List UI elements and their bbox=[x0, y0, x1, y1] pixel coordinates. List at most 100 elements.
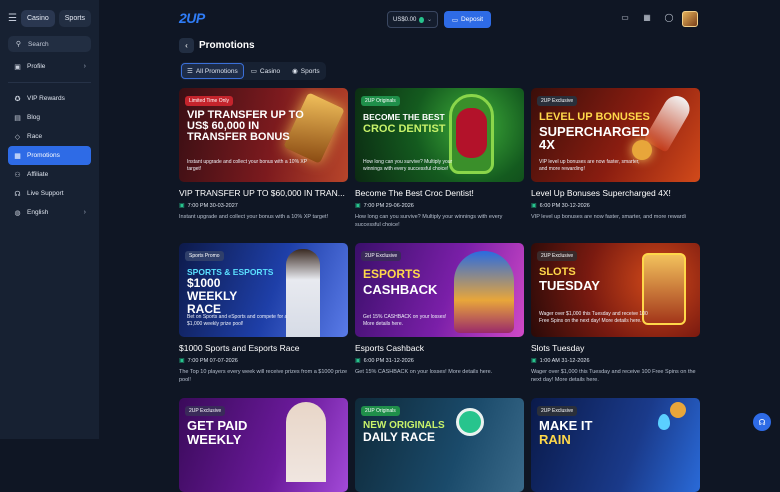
sidebar-item-blog[interactable]: ▤ Blog bbox=[8, 108, 91, 127]
tab-all-promotions[interactable]: ☰ All Promotions bbox=[181, 63, 244, 79]
date-text: 7:00 PM 30-03-2027 bbox=[187, 202, 238, 209]
coin-icon bbox=[419, 16, 424, 23]
sidebar-item-language[interactable]: ◍ English › bbox=[8, 203, 91, 222]
wallet-selector[interactable]: US$0.00 ⌄ bbox=[387, 11, 438, 28]
sidebar-item-vip-rewards[interactable]: ✪ VIP Rewards bbox=[8, 89, 91, 108]
promo-badge: Limited Time Only bbox=[185, 96, 234, 106]
banner-headline: ESPORTS bbox=[363, 267, 421, 281]
sidebar-item-label: Promotions bbox=[27, 152, 60, 159]
promo-badge: 2UP Exclusive bbox=[537, 406, 578, 416]
promo-badge: 2UP Exclusive bbox=[361, 251, 402, 261]
tab-sports[interactable]: ◉ Sports bbox=[287, 63, 324, 79]
promo-card[interactable]: Limited Time Only VIP TRANSFER UP TO US$… bbox=[179, 88, 348, 221]
chevron-right-icon: › bbox=[83, 63, 86, 70]
badge-label: 2UP Exclusive bbox=[365, 253, 398, 259]
back-button[interactable]: ‹ bbox=[179, 38, 194, 53]
sidebar-item-promotions[interactable]: ▦ Promotions bbox=[8, 146, 91, 165]
menu-icon[interactable]: ☰ bbox=[8, 10, 17, 26]
chevron-left-icon: ‹ bbox=[185, 41, 188, 50]
logo[interactable]: 2UP bbox=[179, 10, 205, 26]
calendar-icon: ▣ bbox=[531, 358, 537, 364]
promo-card[interactable]: Sports Promo SPORTS & ESPORTS $1000 WEEK… bbox=[179, 243, 348, 384]
ticket-icon[interactable]: ▭ bbox=[620, 12, 630, 22]
tab-label: Casino bbox=[259, 67, 281, 75]
blog-icon: ▤ bbox=[14, 114, 21, 122]
page-title: Promotions bbox=[199, 40, 255, 51]
promo-description: VIP level up bonuses are now faster, sma… bbox=[531, 214, 686, 220]
promo-card[interactable]: 2UP Exclusive ESPORTS CASHBACK Get 15% C… bbox=[355, 243, 524, 376]
sidebar-item-label: Race bbox=[27, 133, 43, 140]
date-text: 6:00 PM 31-12-2026 bbox=[363, 357, 414, 364]
promo-card[interactable]: 2UP Exclusive GET PAID WEEKLY bbox=[179, 398, 348, 492]
date-text: 1:00 AM 31-12-2026 bbox=[539, 357, 590, 364]
chevron-down-icon: ⌄ bbox=[426, 17, 432, 23]
banner-text: How long can you survive? Multiply your … bbox=[363, 159, 453, 172]
promo-date: ▣ 7:00 PM 30-03-2027 bbox=[179, 202, 348, 210]
wallet-icon: ▭ bbox=[451, 16, 459, 24]
sidebar-item-live-support[interactable]: ☊ Live Support bbox=[8, 184, 91, 203]
banner-headline-2: CASHBACK bbox=[363, 282, 438, 297]
sidebar-item-label: Affiliate bbox=[27, 171, 49, 178]
promo-title: VIP TRANSFER UP TO $60,000 IN TRAN... bbox=[179, 188, 345, 198]
sidebar-item-race[interactable]: ◇ Race bbox=[8, 127, 91, 146]
promo-card[interactable]: 2UP Exclusive SLOTS TUESDAY Wager over $… bbox=[531, 243, 700, 384]
sidebar-item-label: Live Support bbox=[27, 190, 64, 197]
deposit-label: Deposit bbox=[461, 16, 484, 23]
sidebar-item-affiliate[interactable]: ⚇ Affiliate bbox=[8, 165, 91, 184]
calendar-icon: ▣ bbox=[355, 358, 361, 364]
sidebar-item-label: Blog bbox=[27, 114, 41, 121]
globe-icon: ◍ bbox=[14, 209, 21, 217]
header-icons: ▭ ▦ ◯ bbox=[620, 12, 674, 22]
sidebar: ☰ Casino Sports ⚲ Search ▣ Profile › ✪ V… bbox=[0, 0, 99, 439]
wallet-amount: US$0.00 bbox=[393, 16, 417, 23]
sidebar-item-profile[interactable]: ▣ Profile › bbox=[8, 57, 91, 76]
star-icon: ✪ bbox=[14, 95, 21, 103]
promo-card[interactable]: 2UP Exclusive MAKE IT RAIN bbox=[531, 398, 700, 492]
promo-description: Get 15% CASHBACK on your losses! More de… bbox=[355, 369, 493, 375]
promotion-tabs: ☰ All Promotions ▭ Casino ◉ Sports bbox=[180, 62, 326, 80]
banner-text: Bet on Sports and eSports and compete fo… bbox=[187, 314, 288, 327]
users-icon: ⚇ bbox=[14, 171, 21, 179]
promo-card[interactable]: 2UP Originals BECOME THE BEST CROC DENTI… bbox=[355, 88, 524, 229]
headset-icon: ☊ bbox=[14, 190, 21, 198]
promo-card[interactable]: 2UP Exclusive LEVEL UP BONUSES SUPERCHAR… bbox=[531, 88, 700, 221]
headset-icon: ☊ bbox=[758, 417, 766, 427]
promo-date: ▣ 7:00 PM 07-07-2026 bbox=[179, 357, 348, 365]
rocket-image bbox=[643, 91, 695, 153]
promo-card[interactable]: 2UP Originals NEW ORIGINALS DAILY RACE bbox=[355, 398, 524, 492]
promo-title: $1000 Sports and Esports Race bbox=[179, 343, 300, 353]
badge-label: 2UP Exclusive bbox=[541, 408, 574, 414]
banner-text: Instant upgrade and collect your bonus w… bbox=[187, 159, 307, 172]
date-text: 6:00 PM 30-12-2026 bbox=[539, 202, 590, 209]
tab-casino[interactable]: Casino bbox=[20, 9, 55, 27]
avatar[interactable] bbox=[682, 11, 698, 27]
diamond-icon: ◇ bbox=[14, 133, 21, 141]
promo-description: Instant upgrade and collect your bonus w… bbox=[179, 214, 329, 220]
search-input[interactable]: ⚲ Search bbox=[8, 36, 91, 52]
deposit-button[interactable]: ▭ Deposit bbox=[444, 11, 491, 28]
top-header: 2UP US$0.00 ⌄ ▭ Deposit ▭ ▦ ◯ bbox=[99, 0, 780, 36]
promo-description: The Top 10 players every week will recei… bbox=[179, 369, 348, 383]
chevron-right-icon: › bbox=[83, 209, 86, 216]
promo-date: ▣ 6:00 PM 30-12-2026 bbox=[531, 202, 700, 210]
banner-headline-2: SUPERCHARGED 4X bbox=[539, 124, 650, 152]
character-image bbox=[454, 251, 514, 333]
coin-image bbox=[670, 402, 686, 418]
calendar-icon: ▣ bbox=[179, 203, 185, 209]
banner-text: Wager over $1,000 this Tuesday and recei… bbox=[539, 311, 648, 324]
calendar-icon: ▣ bbox=[179, 358, 185, 364]
sidebar-item-label: English bbox=[27, 209, 49, 216]
promo-banner: 2UP Exclusive LEVEL UP BONUSES SUPERCHAR… bbox=[531, 88, 700, 182]
badge-label: 2UP Originals bbox=[365, 408, 396, 414]
gift-icon[interactable]: ▦ bbox=[642, 12, 652, 22]
banner-headline: SLOTS bbox=[539, 266, 576, 278]
banner-headline: BECOME THE BEST bbox=[363, 112, 445, 122]
badge-label: 2UP Originals bbox=[365, 98, 396, 104]
banner-text: VIP level up bonuses are now faster, sma… bbox=[539, 159, 640, 172]
chat-icon[interactable]: ◯ bbox=[664, 12, 674, 22]
tab-sports[interactable]: Sports bbox=[58, 9, 91, 27]
sidebar-top: ☰ Casino Sports bbox=[0, 0, 99, 36]
badge-label: 2UP Exclusive bbox=[189, 408, 222, 414]
tab-casino[interactable]: ▭ Casino bbox=[246, 63, 285, 79]
live-support-button[interactable]: ☊ bbox=[753, 413, 771, 431]
